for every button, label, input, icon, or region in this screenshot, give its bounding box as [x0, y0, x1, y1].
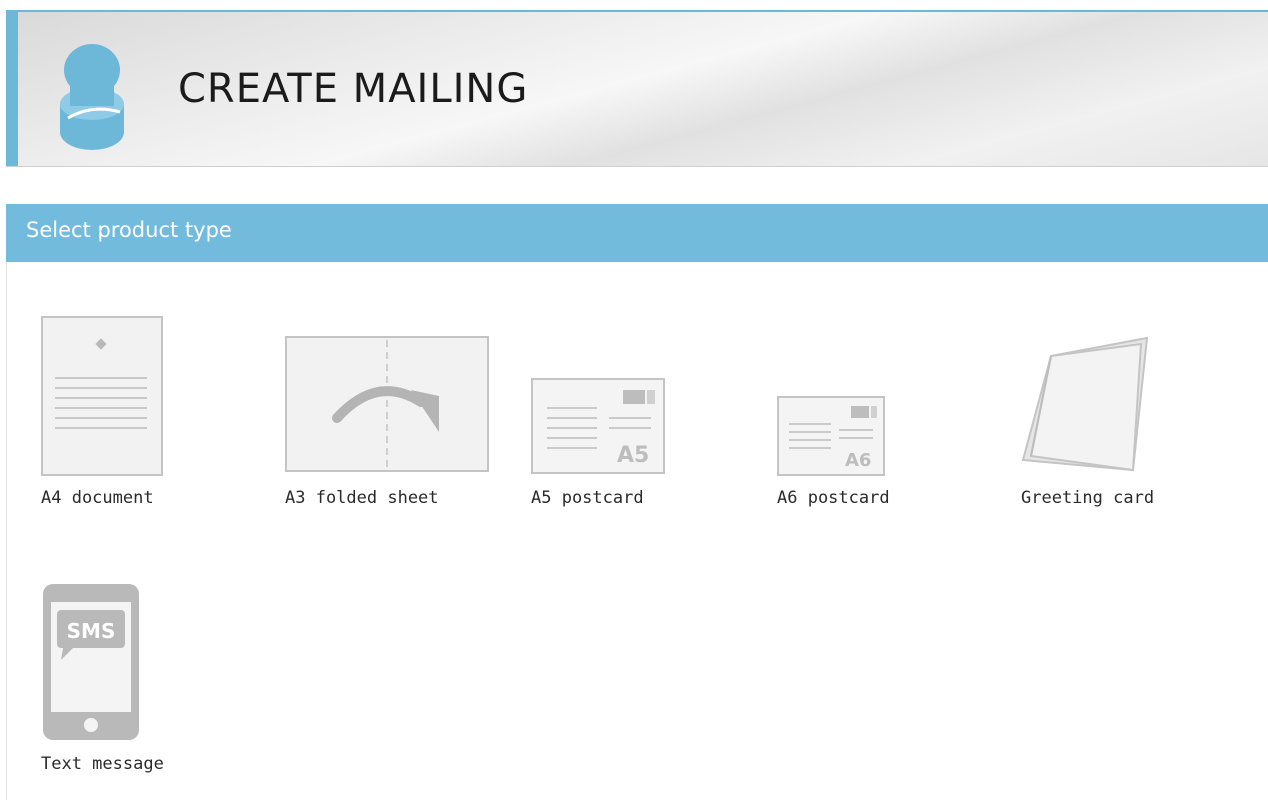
- sms-badge: SMS: [67, 619, 116, 643]
- product-grid: A4 document A3 folded sheet A5 A5 postca…: [6, 262, 1268, 800]
- section-header: Select product type: [6, 204, 1268, 262]
- product-label: A5 postcard: [531, 488, 644, 508]
- product-label: Greeting card: [1021, 488, 1155, 508]
- product-a4-document[interactable]: A4 document: [41, 316, 241, 516]
- product-a3-folded-sheet[interactable]: A3 folded sheet: [285, 336, 495, 516]
- a4-document-icon: [41, 316, 163, 476]
- product-a5-postcard[interactable]: A5 A5 postcard: [531, 378, 731, 518]
- product-a6-postcard[interactable]: A6 A6 postcard: [777, 396, 977, 516]
- product-text-message[interactable]: SMS Text message: [41, 582, 241, 782]
- stamp-icon: [60, 44, 124, 150]
- product-label: A4 document: [41, 488, 154, 508]
- product-label: A6 postcard: [777, 488, 890, 508]
- greeting-card-icon: [1021, 336, 1149, 472]
- a6-postcard-icon: A6: [777, 396, 885, 476]
- product-label: A3 folded sheet: [285, 488, 439, 508]
- product-label: Text message: [41, 754, 164, 774]
- page-header: CREATE MAILING: [6, 10, 1268, 167]
- page-title: CREATE MAILING: [178, 66, 529, 112]
- phone-sms-icon: SMS: [43, 584, 139, 740]
- postcard-badge: A6: [845, 450, 871, 471]
- header-accent-bar: [6, 12, 18, 166]
- postcard-badge: A5: [617, 443, 649, 468]
- a3-folded-sheet-icon: [285, 336, 489, 472]
- section-title: Select product type: [26, 218, 232, 242]
- product-greeting-card[interactable]: Greeting card: [1021, 336, 1241, 516]
- a5-postcard-icon: A5: [531, 378, 665, 474]
